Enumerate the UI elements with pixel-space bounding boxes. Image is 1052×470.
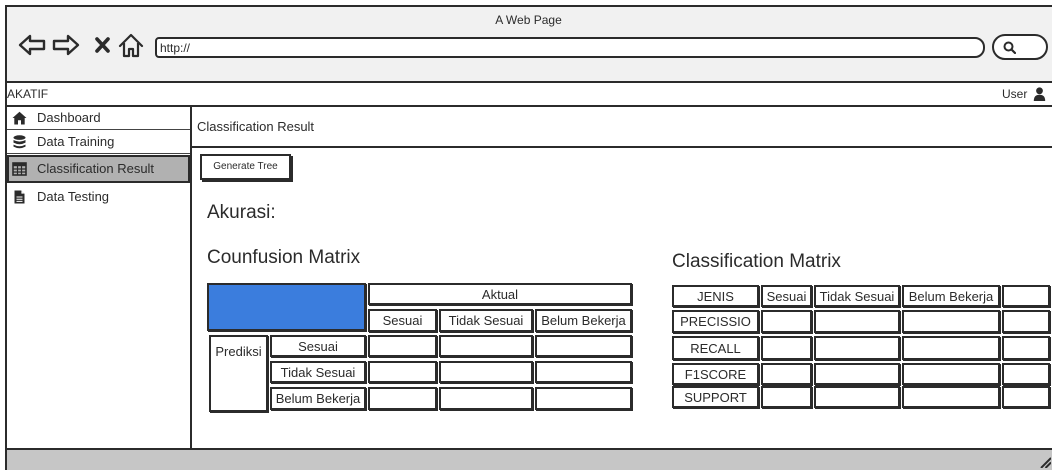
sidebar: Dashboard Data Training Classification R… — [7, 107, 192, 448]
sidebar-item-label: Data Training — [37, 134, 115, 149]
classification-cell — [1002, 310, 1050, 333]
app-topbar: AKATIF User — [7, 83, 1052, 107]
classification-cell — [761, 363, 812, 385]
actual-column-header: Sesuai — [368, 309, 437, 332]
search-icon — [1003, 41, 1016, 54]
main-content: Classification Result Generate Tree Akur… — [192, 107, 1052, 448]
classification-matrix: JENIS Sesuai Tidak Sesuai Belum Bekerja … — [672, 285, 1052, 411]
resize-handle[interactable] — [1040, 456, 1051, 468]
stop-button[interactable] — [94, 36, 111, 54]
predicted-row-header: Tidak Sesuai — [270, 361, 366, 383]
back-arrow-icon — [18, 34, 46, 56]
classification-matrix-title: Classification Matrix — [672, 251, 841, 272]
confusion-cell — [535, 335, 632, 357]
classification-column-header: Sesuai — [761, 285, 812, 307]
classification-cell — [814, 386, 900, 408]
file-icon — [14, 190, 25, 204]
url-field[interactable] — [155, 37, 985, 58]
home-icon — [12, 111, 27, 125]
browser-window: A Web Page http:// AKATIF User Dashboard… — [5, 5, 1052, 470]
predicted-header: Prediksi — [209, 335, 268, 412]
resize-grip-icon — [1040, 457, 1051, 468]
database-icon — [13, 135, 26, 149]
user-icon — [1033, 87, 1046, 101]
user-menu[interactable]: User — [1000, 83, 1050, 105]
predicted-row-header: Belum Bekerja — [270, 387, 366, 410]
classification-cell — [902, 363, 1000, 385]
actual-header: Aktual — [368, 283, 632, 305]
app-area: AKATIF User Dashboard Data Training Clas… — [7, 83, 1052, 470]
confusion-cell — [439, 335, 533, 357]
classification-cell — [761, 386, 812, 408]
classification-row-header: RECALL — [672, 336, 759, 360]
confusion-matrix: Aktual Sesuai Tidak Sesuai Belum Bekerja… — [207, 283, 637, 415]
sidebar-item-label: Data Testing — [37, 189, 110, 204]
classification-column-header — [1002, 285, 1050, 307]
confusion-cell — [439, 387, 533, 410]
confusion-matrix-title: Counfusion Matrix — [207, 247, 361, 268]
confusion-cell — [368, 335, 437, 357]
home-button[interactable] — [117, 32, 145, 59]
accuracy-label: Akurasi: — [207, 202, 276, 223]
classification-cell — [814, 363, 900, 385]
classification-column-header: Belum Bekerja — [902, 285, 1000, 307]
sidebar-item-label: Dashboard — [37, 110, 101, 125]
predicted-row-header: Sesuai — [270, 335, 366, 357]
sidebar-item-data-testing[interactable]: Data Testing — [7, 185, 190, 209]
app-brand: AKATIF — [7, 87, 49, 101]
actual-column-header: Belum Bekerja — [535, 309, 632, 332]
classification-cell — [814, 310, 900, 333]
confusion-cell — [439, 361, 533, 383]
classification-row-header: SUPPORT — [672, 386, 759, 408]
classification-cell — [814, 336, 900, 360]
window-title: A Web Page — [495, 13, 562, 27]
sidebar-item-dashboard[interactable]: Dashboard — [7, 107, 190, 130]
classification-cell — [1002, 336, 1050, 360]
classification-column-header: JENIS — [672, 285, 759, 307]
classification-cell — [902, 386, 1000, 408]
status-bar — [7, 448, 1052, 470]
classification-row-header: F1SCORE — [672, 363, 759, 385]
page-title: Classification Result — [192, 107, 1052, 148]
classification-column-header: Tidak Sesuai — [814, 285, 900, 307]
confusion-cell — [368, 361, 437, 383]
classification-cell — [902, 310, 1000, 333]
sidebar-item-classification-result[interactable]: Classification Result — [7, 155, 190, 183]
sidebar-item-data-training[interactable]: Data Training — [7, 130, 190, 154]
confusion-cell — [535, 387, 632, 410]
home-icon — [118, 33, 144, 58]
close-icon — [95, 37, 110, 53]
confusion-cell — [535, 361, 632, 383]
forward-button[interactable] — [52, 34, 80, 56]
classification-cell — [1002, 386, 1050, 408]
user-label: User — [1002, 87, 1028, 101]
forward-arrow-icon — [52, 34, 80, 56]
classification-cell — [761, 310, 812, 333]
classification-row-header: PRECISSIO — [672, 310, 759, 333]
classification-cell — [902, 336, 1000, 360]
actual-column-header: Tidak Sesuai — [439, 309, 533, 332]
search-field[interactable] — [992, 34, 1048, 60]
confusion-cell — [368, 387, 437, 410]
classification-cell — [761, 336, 812, 360]
sidebar-item-label: Classification Result — [37, 161, 155, 176]
table-icon — [12, 162, 27, 176]
matrix-corner-cell — [207, 283, 366, 331]
browser-mockup: A Web Page http:// AKATIF User Dashboard… — [0, 0, 1052, 470]
classification-cell — [1002, 363, 1050, 385]
back-button[interactable] — [18, 34, 46, 56]
generate-tree-button[interactable]: Generate Tree — [200, 154, 291, 180]
